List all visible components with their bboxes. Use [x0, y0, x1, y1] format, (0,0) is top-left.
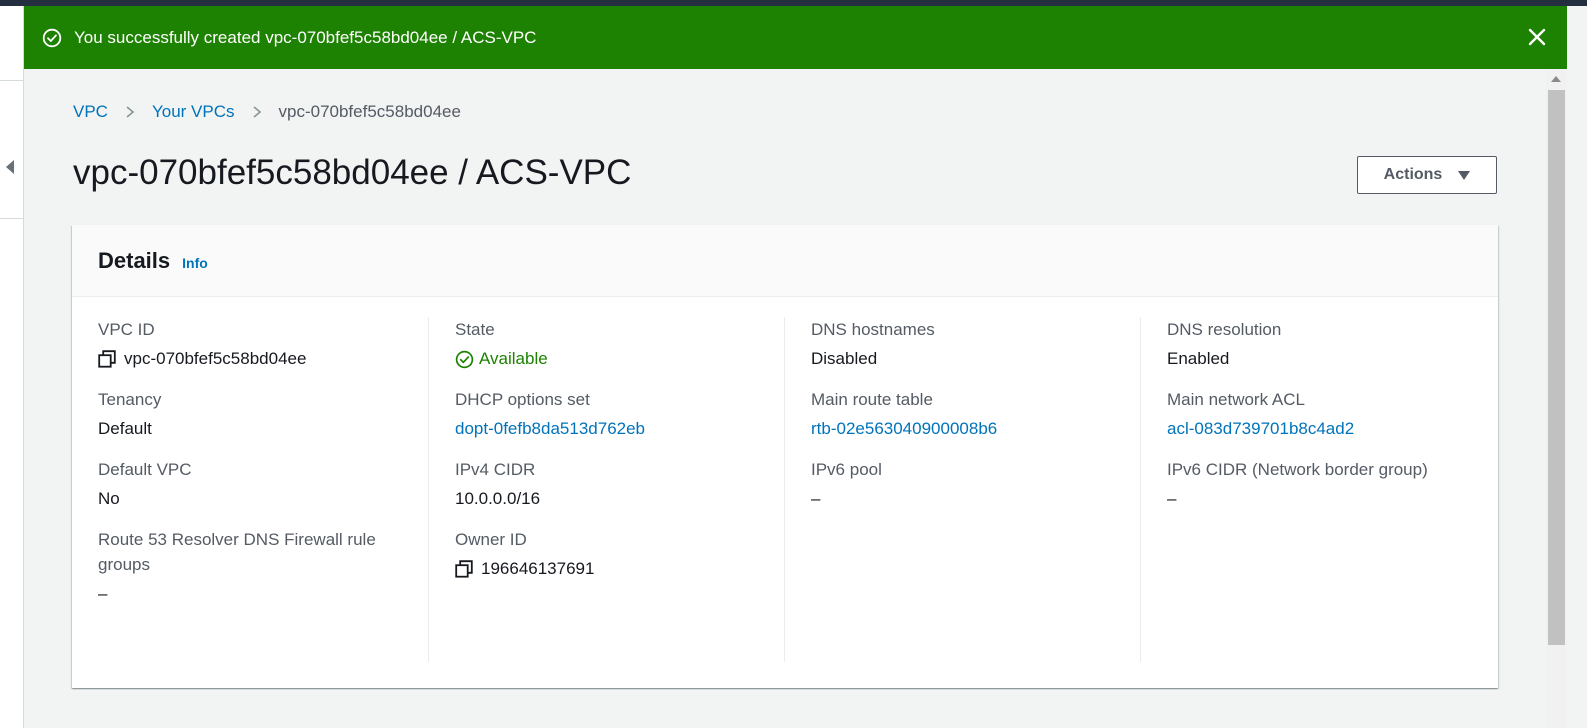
close-icon[interactable] [1525, 25, 1549, 49]
field-label: DHCP options set [455, 390, 590, 409]
field-label: Main network ACL [1167, 390, 1305, 409]
field-value: – [811, 489, 821, 508]
field-value: Default [98, 419, 152, 438]
field-value: 10.0.0.0/16 [455, 489, 541, 508]
field-dns-hostnames: DNS hostnames Disabled [811, 317, 1140, 371]
field-label: DNS hostnames [811, 320, 935, 339]
main-content: VPC Your VPCs vpc-070bfef5c58bd04ee vpc-… [24, 70, 1546, 728]
dhcp-options-link[interactable]: dopt-0fefb8da513d762eb [455, 417, 784, 441]
actions-label: Actions [1383, 166, 1443, 183]
details-header: Details Info [72, 225, 1498, 297]
field-label: DNS resolution [1167, 320, 1282, 339]
breadcrumb: VPC Your VPCs vpc-070bfef5c58bd04ee [73, 102, 461, 122]
main-network-acl-link[interactable]: acl-083d739701b8c4ad2 [1167, 417, 1496, 441]
field-label: Default VPC [98, 460, 192, 479]
breadcrumb-current: vpc-070bfef5c58bd04ee [278, 102, 461, 121]
chevron-right-icon [126, 106, 135, 118]
field-label: Route 53 Resolver DNS Firewall rule grou… [98, 530, 376, 574]
actions-dropdown-button[interactable]: Actions [1357, 156, 1497, 194]
field-ipv4-cidr: IPv4 CIDR 10.0.0.0/16 [455, 457, 784, 511]
copy-icon[interactable] [455, 560, 473, 578]
side-navigation-collapsed [0, 6, 24, 728]
flash-message: You successfully created vpc-070bfef5c58… [74, 27, 537, 47]
field-label: Owner ID [455, 530, 527, 549]
field-value: No [98, 489, 120, 508]
caret-down-icon [1458, 170, 1471, 180]
field-owner-id: Owner ID 196646137691 [455, 527, 784, 581]
field-label: IPv6 CIDR (Network border group) [1167, 460, 1428, 479]
field-main-route-table: Main route table rtb-02e563040900008b6 [811, 387, 1140, 441]
details-column-1: VPC ID vpc-070bfef5c58bd04ee Tenancy Def… [72, 317, 428, 662]
field-label: State [455, 320, 495, 339]
scroll-up-arrow[interactable] [1551, 76, 1561, 82]
field-value: Enabled [1167, 349, 1230, 368]
page-title: vpc-070bfef5c58bd04ee / ACS-VPC [73, 153, 632, 192]
field-dns-firewall: Route 53 Resolver DNS Firewall rule grou… [98, 527, 428, 606]
copy-icon[interactable] [98, 350, 116, 368]
field-tenancy: Tenancy Default [98, 387, 428, 441]
field-default-vpc: Default VPC No [98, 457, 428, 511]
owner-id-value: 196646137691 [481, 559, 595, 578]
field-label: Main route table [811, 390, 933, 409]
field-value: vpc-070bfef5c58bd04ee [98, 347, 428, 371]
divider [0, 218, 24, 219]
status-ok-icon [455, 350, 474, 368]
details-column-4: DNS resolution Enabled Main network ACL … [1140, 317, 1496, 662]
details-panel: Details Info VPC ID vpc-070bfef5c58bd04e… [72, 225, 1498, 688]
field-main-network-acl: Main network ACL acl-083d739701b8c4ad2 [1167, 387, 1496, 441]
divider [0, 80, 24, 81]
field-ipv6-cidr: IPv6 CIDR (Network border group) – [1167, 457, 1496, 511]
field-label: IPv4 CIDR [455, 460, 536, 479]
details-title: Details [98, 247, 171, 273]
field-ipv6-pool: IPv6 pool – [811, 457, 1140, 511]
info-link[interactable]: Info [182, 255, 208, 271]
details-column-3: DNS hostnames Disabled Main route table … [784, 317, 1140, 662]
breadcrumb-your-vpcs[interactable]: Your VPCs [152, 102, 235, 122]
vpc-id-value: vpc-070bfef5c58bd04ee [124, 349, 307, 368]
field-label: VPC ID [98, 320, 155, 339]
main-route-table-link[interactable]: rtb-02e563040900008b6 [811, 417, 1140, 441]
field-label: IPv6 pool [811, 460, 882, 479]
field-state: State Available [455, 317, 784, 371]
scrollbar[interactable] [1546, 70, 1567, 728]
field-dns-resolution: DNS resolution Enabled [1167, 317, 1496, 371]
success-flash-banner: You successfully created vpc-070bfef5c58… [24, 6, 1567, 69]
field-value: 196646137691 [455, 557, 784, 581]
field-value: – [1167, 489, 1177, 508]
state-value: Available [479, 349, 548, 368]
field-value: – [98, 584, 108, 603]
field-label: Tenancy [98, 390, 162, 409]
chevron-right-icon [252, 106, 261, 118]
details-column-2: State Available DHCP options set dopt-0f… [428, 317, 784, 662]
status-ok-icon [42, 28, 62, 47]
breadcrumb-vpc[interactable]: VPC [73, 102, 108, 122]
collapse-left-icon[interactable] [6, 160, 14, 174]
field-value: Available [455, 347, 784, 371]
field-value: Disabled [811, 349, 878, 368]
details-columns: VPC ID vpc-070bfef5c58bd04ee Tenancy Def… [72, 317, 1498, 662]
scrollbar-thumb[interactable] [1548, 90, 1565, 645]
field-dhcp-options: DHCP options set dopt-0fefb8da513d762eb [455, 387, 784, 441]
field-vpc-id: VPC ID vpc-070bfef5c58bd04ee [98, 317, 428, 371]
